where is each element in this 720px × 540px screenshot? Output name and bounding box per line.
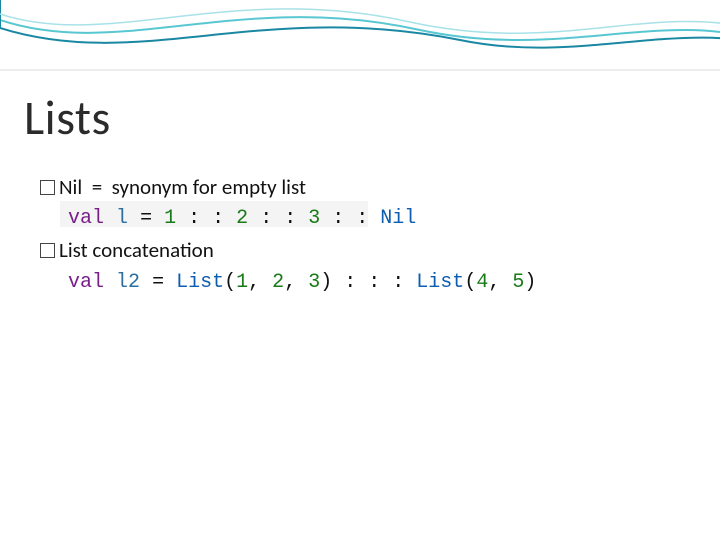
num-3: 3	[308, 271, 320, 294]
comma: ,	[248, 271, 260, 294]
keyword-val: val	[68, 271, 104, 294]
nil-literal: Nil	[380, 207, 416, 230]
rparen: )	[320, 271, 332, 294]
equals: =	[140, 207, 152, 230]
identifier-l2: l2	[116, 271, 140, 294]
num-5: 5	[512, 271, 524, 294]
cons-op: : :	[260, 207, 296, 230]
slide: Lists Nil = synonym for empty list val l…	[0, 0, 720, 540]
keyword-val: val	[68, 207, 104, 230]
square-bullet-icon	[40, 180, 55, 195]
num-2: 2	[272, 271, 284, 294]
lparen: (	[224, 271, 236, 294]
code-line-2: val l2 = List(1, 2, 3) : : : List(4, 5)	[40, 268, 536, 297]
bullet-text: Nil = synonym for empty list	[59, 174, 306, 200]
num-4: 4	[476, 271, 488, 294]
comma: ,	[284, 271, 296, 294]
decorative-wave	[0, 0, 720, 90]
cons-op: : :	[188, 207, 224, 230]
bullet-text: List concatenation	[59, 237, 214, 263]
list-ctor: List	[176, 271, 224, 294]
cons-op: : :	[332, 207, 368, 230]
rparen: )	[524, 271, 536, 294]
slide-content: Nil = synonym for empty list val l = 1 :…	[40, 172, 536, 299]
comma: ,	[488, 271, 500, 294]
num-1: 1	[236, 271, 248, 294]
num-2: 2	[236, 207, 248, 230]
identifier-l: l	[116, 207, 128, 230]
lparen: (	[464, 271, 476, 294]
wave-icon	[0, 0, 720, 90]
list-ctor: List	[416, 271, 464, 294]
num-3: 3	[308, 207, 320, 230]
bullet-concat: List concatenation	[40, 235, 536, 265]
equals: =	[152, 271, 164, 294]
slide-title: Lists	[24, 88, 111, 147]
square-bullet-icon	[40, 243, 55, 258]
code-line-1: val l = 1 : : 2 : : 3 : : Nil	[40, 204, 536, 233]
num-1: 1	[164, 207, 176, 230]
concat-op: : : :	[344, 271, 404, 294]
bullet-nil: Nil = synonym for empty list	[40, 172, 536, 202]
